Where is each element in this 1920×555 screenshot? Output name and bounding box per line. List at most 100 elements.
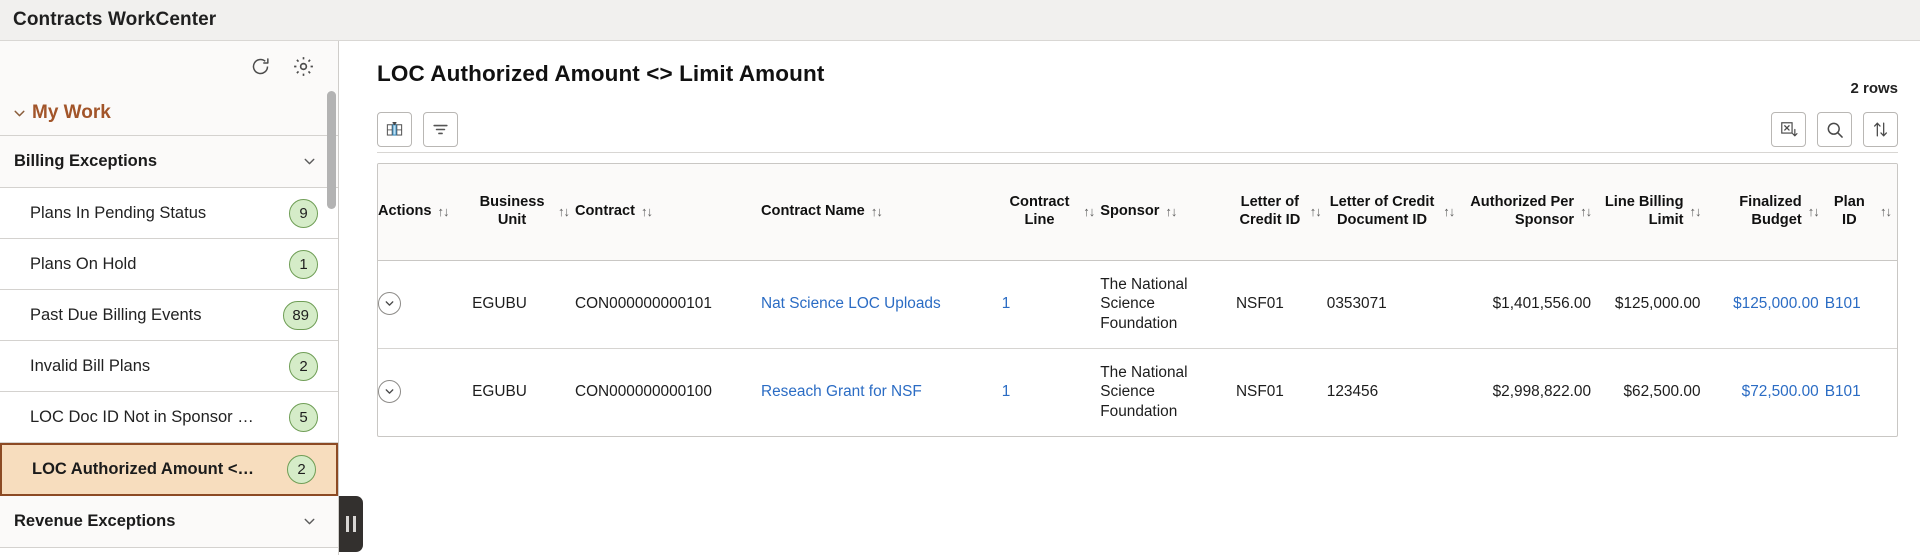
sidebar-item-plans-on-hold[interactable]: Plans On Hold 1 xyxy=(0,239,338,290)
sort-updown-icon[interactable]: ↑↓ xyxy=(1165,204,1177,219)
plan-id-link[interactable]: B101 xyxy=(1825,383,1861,400)
sidebar-scrollbar-thumb[interactable] xyxy=(327,91,336,209)
cell-authorized-per-sponsor: $1,401,556.00 xyxy=(1460,260,1598,349)
cell-line-billing-limit: $125,000.00 xyxy=(1597,260,1707,349)
contract-name-link[interactable]: Reseach Grant for NSF xyxy=(761,383,922,400)
sidebar-item-plans-in-pending-status[interactable]: Plans In Pending Status 9 xyxy=(0,188,338,239)
column-header-plan-id[interactable]: Plan ID ↑↓ xyxy=(1824,164,1897,261)
cell-actions xyxy=(378,260,473,349)
sort-updown-icon[interactable]: ↑↓ xyxy=(641,204,653,219)
sidebar-collapse-handle[interactable] xyxy=(339,496,363,552)
sort-updown-icon[interactable]: ↑↓ xyxy=(1580,204,1592,219)
cell-plan-id: B101 xyxy=(1824,260,1897,349)
refresh-icon xyxy=(250,56,271,77)
row-count-label: 2 rows xyxy=(1850,80,1898,97)
cell-finalized-budget: $72,500.00 xyxy=(1707,348,1825,436)
column-header-contract-line[interactable]: Contract Line ↑↓ xyxy=(1001,164,1101,261)
export-excel-button[interactable] xyxy=(1771,112,1806,147)
sort-updown-icon[interactable]: ↑↓ xyxy=(1808,204,1820,219)
column-label: Actions xyxy=(378,202,432,219)
row-actions-button[interactable] xyxy=(378,292,401,316)
body-split: My Work Billing Exceptions Plans In Pend… xyxy=(0,41,1920,555)
sidebar-item-loc-doc-id-not-in-sponsor[interactable]: LOC Doc ID Not in Sponsor … 5 xyxy=(0,392,338,443)
sidebar-toolbar xyxy=(0,41,338,91)
row-actions-button[interactable] xyxy=(378,380,401,404)
grid-container: Actions ↑↓ Business Unit ↑↓ Contract ↑↓ Con… xyxy=(377,163,1898,437)
column-header-authorized-per-sponsor[interactable]: Authorized Per Sponsor ↑↓ xyxy=(1460,164,1598,261)
status-badge: 1 xyxy=(289,249,318,279)
cell-contract: CON000000000101 xyxy=(574,260,761,349)
sidebar-item-label: Invalid Bill Plans xyxy=(30,356,151,375)
chevron-down-icon xyxy=(301,513,318,530)
column-label: Contract Line xyxy=(1009,193,1070,228)
group-header-billing-exceptions[interactable]: Billing Exceptions xyxy=(0,136,338,188)
group-header-revenue-exceptions[interactable]: Revenue Exceptions xyxy=(0,496,338,548)
finalized-budget-link[interactable]: $125,000.00 xyxy=(1733,295,1819,312)
cell-letter-of-credit-document-id: 123456 xyxy=(1326,383,1379,401)
sidebar-scrollbar[interactable] xyxy=(327,91,336,553)
column-header-business-unit[interactable]: Business Unit ↑↓ xyxy=(472,164,575,261)
column-header-contract[interactable]: Contract ↑↓ xyxy=(574,164,761,261)
contract-line-link[interactable]: 1 xyxy=(1002,295,1011,312)
status-badge: 2 xyxy=(289,351,318,381)
sidebar-item-past-due-billing-events[interactable]: Past Due Billing Events 89 xyxy=(0,290,338,341)
status-badge: 5 xyxy=(289,402,318,432)
refresh-button[interactable] xyxy=(247,53,273,79)
my-work-label: My Work xyxy=(32,102,111,123)
column-header-letter-of-credit-document-id[interactable]: Letter of Credit Document ID ↑↓ xyxy=(1326,164,1461,261)
cell-contract-line: 1 xyxy=(1001,260,1101,349)
cell-actions xyxy=(378,348,472,436)
status-badge: 2 xyxy=(287,455,316,484)
grid-toolbar xyxy=(377,107,1898,153)
chevron-down-icon xyxy=(301,153,318,170)
sort-updown-icon[interactable]: ↑↓ xyxy=(1690,204,1702,219)
sort-updown-icon[interactable]: ↑↓ xyxy=(871,204,883,219)
status-badge: 89 xyxy=(283,300,318,330)
sort-updown-icon[interactable]: ↑↓ xyxy=(1443,204,1455,219)
filter-icon xyxy=(431,120,450,139)
status-badge: 9 xyxy=(289,198,318,228)
search-button[interactable] xyxy=(1817,112,1852,147)
sort-updown-icon[interactable]: ↑↓ xyxy=(1310,204,1322,219)
sidebar: My Work Billing Exceptions Plans In Pend… xyxy=(0,41,339,555)
bar-chart-icon xyxy=(385,120,404,139)
sidebar-item-loc-authorized-amount[interactable]: LOC Authorized Amount <… 2 xyxy=(0,443,338,496)
sort-updown-icon[interactable]: ↑↓ xyxy=(1083,204,1095,219)
column-label: Business Unit xyxy=(479,193,545,228)
excel-download-icon xyxy=(1779,120,1798,139)
my-work-header[interactable]: My Work xyxy=(0,91,338,136)
table-row: EGUBU CON000000000100 Reseach Grant for … xyxy=(378,348,1897,436)
sort-updown-icon[interactable]: ↑↓ xyxy=(1880,204,1892,219)
sidebar-item-label: Plans On Hold xyxy=(30,254,137,273)
cell-sponsor: The National Science Foundation xyxy=(1100,260,1236,349)
contract-line-link[interactable]: 1 xyxy=(1002,383,1011,400)
column-header-contract-name[interactable]: Contract Name ↑↓ xyxy=(761,164,1002,261)
main-title-row: LOC Authorized Amount <> Limit Amount 2 … xyxy=(377,61,1898,97)
column-header-actions[interactable]: Actions ↑↓ xyxy=(378,164,473,261)
cell-finalized-budget: $125,000.00 xyxy=(1706,260,1825,349)
cell-letter-of-credit-document-id: 0353071 xyxy=(1326,260,1461,349)
cell-contract: CON000000000100 xyxy=(574,383,712,401)
cell-sponsor: The National Science Foundation xyxy=(1100,363,1188,421)
settings-button[interactable] xyxy=(290,53,316,79)
column-header-line-billing-limit[interactable]: Line Billing Limit ↑↓ xyxy=(1597,164,1707,261)
chart-view-button[interactable] xyxy=(377,112,412,147)
sort-updown-icon[interactable]: ↑↓ xyxy=(438,204,450,219)
sidebar-item-invalid-bill-plans[interactable]: Invalid Bill Plans 2 xyxy=(0,341,338,392)
cell-letter-of-credit-id: NSF01 xyxy=(1235,260,1327,349)
column-header-sponsor[interactable]: Sponsor ↑↓ xyxy=(1100,164,1236,261)
sort-button[interactable] xyxy=(1863,112,1898,147)
finalized-budget-link[interactable]: $72,500.00 xyxy=(1742,383,1819,400)
chevron-down-icon xyxy=(8,102,30,124)
column-label: Line Billing Limit xyxy=(1604,193,1684,228)
cell-contract-name: Reseach Grant for NSF xyxy=(761,348,1002,436)
filter-button[interactable] xyxy=(423,112,458,147)
plan-id-link[interactable]: B101 xyxy=(1825,295,1861,312)
sidebar-item-label: LOC Doc ID Not in Sponsor … xyxy=(30,407,254,426)
grid-title: LOC Authorized Amount <> Limit Amount xyxy=(377,61,825,86)
contract-name-link[interactable]: Nat Science LOC Uploads xyxy=(761,295,941,312)
column-header-finalized-budget[interactable]: Finalized Budget ↑↓ xyxy=(1706,164,1825,261)
column-label: Letter of Credit ID xyxy=(1239,193,1301,228)
sort-updown-icon[interactable]: ↑↓ xyxy=(558,204,570,219)
column-header-letter-of-credit-id[interactable]: Letter of Credit ID ↑↓ xyxy=(1235,164,1327,261)
